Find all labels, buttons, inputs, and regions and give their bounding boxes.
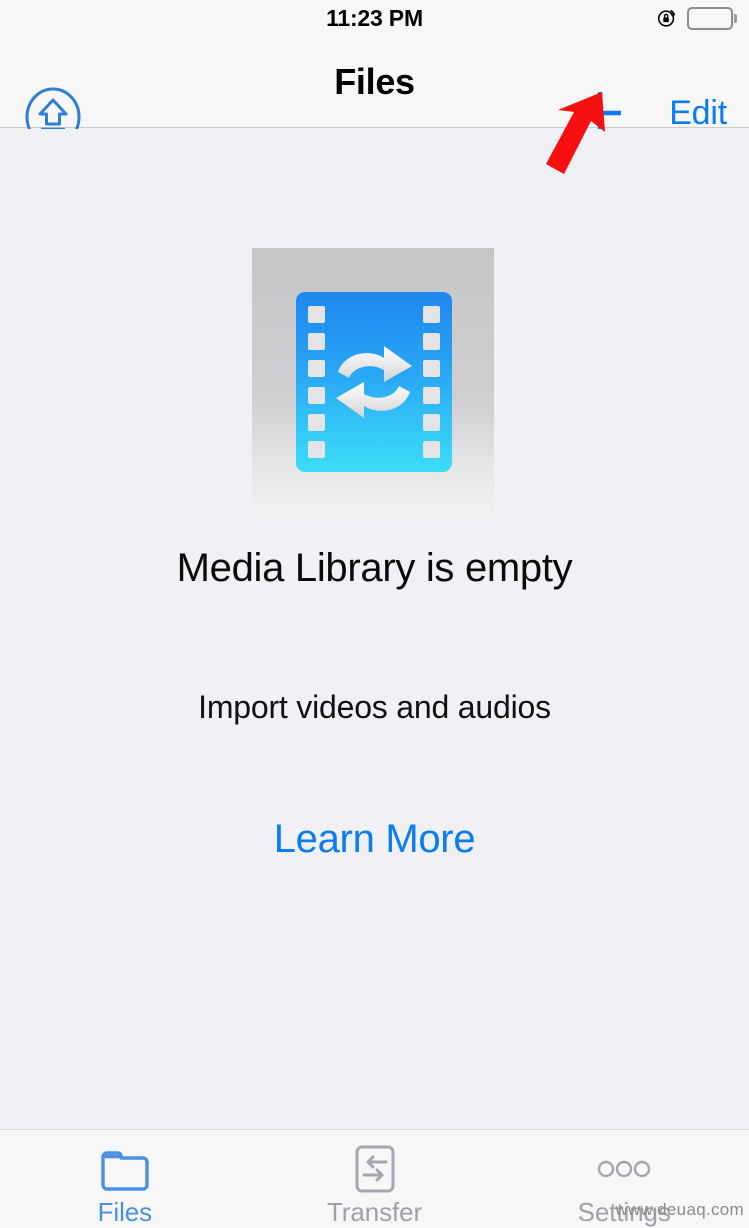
battery-full-icon bbox=[687, 6, 737, 30]
rotation-lock-icon bbox=[656, 7, 678, 29]
film-strip-convert-icon bbox=[296, 292, 452, 472]
sync-arrows-icon bbox=[336, 346, 412, 418]
transfer-arrows-icon bbox=[352, 1143, 398, 1194]
tab-files[interactable]: Files bbox=[0, 1130, 250, 1228]
tab-transfer[interactable]: Transfer bbox=[250, 1130, 500, 1228]
film-sprockets-right bbox=[423, 306, 440, 458]
page-title: Files bbox=[334, 61, 415, 102]
three-dots-icon bbox=[597, 1143, 651, 1194]
tab-files-label: Files bbox=[97, 1197, 153, 1227]
phone-screen: 11:23 PM Files Edit Media Library is emp… bbox=[0, 0, 749, 1228]
status-time: 11:23 PM bbox=[326, 4, 423, 31]
tab-transfer-label: Transfer bbox=[326, 1197, 423, 1227]
navigation-bar: Files Edit bbox=[0, 36, 749, 147]
learn-more-link[interactable]: Learn More bbox=[0, 817, 749, 862]
empty-state-content: Media Library is empty Import videos and… bbox=[0, 129, 749, 1129]
watermark: www.deuaq.com bbox=[615, 1200, 744, 1219]
folder-icon bbox=[100, 1143, 150, 1194]
empty-state-subtitle: Import videos and audios bbox=[198, 689, 551, 725]
media-library-thumbnail bbox=[252, 248, 494, 523]
status-bar: 11:23 PM bbox=[0, 0, 749, 36]
status-bar-indicators bbox=[656, 0, 737, 36]
film-sprockets-left bbox=[308, 306, 325, 458]
empty-state-title: Media Library is empty bbox=[176, 546, 573, 590]
